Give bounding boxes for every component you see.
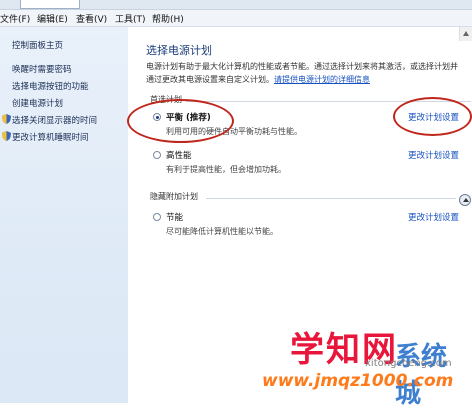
sidebar-control-panel-home[interactable]: 控制面板主页 — [12, 39, 63, 51]
annotation-ellipse-change-link — [393, 97, 472, 136]
description-line-2: 通过更改其电源设置来自定义计划。 — [146, 75, 274, 84]
address-bar-strip — [0, 0, 472, 10]
plan-power-saver-change-link[interactable]: 更改计划设置 — [408, 211, 459, 223]
plan-power-saver-name[interactable]: 节能 — [166, 211, 183, 223]
sidebar: 控制面板主页 唤醒时需要密码 选择电源按钮的功能 创建电源计划 选择关闭显示器的… — [0, 27, 128, 403]
sidebar-item-power-buttons[interactable]: 选择电源按钮的功能 — [12, 80, 89, 92]
menu-view[interactable]: 查看(V) — [76, 12, 107, 25]
hidden-plans-heading[interactable]: 隐藏附加计划 — [150, 191, 198, 202]
annotation-ellipse-balanced — [127, 99, 234, 143]
menu-help[interactable]: 帮助(H) — [152, 12, 184, 25]
plan-high-performance-name[interactable]: 高性能 — [166, 149, 192, 161]
shield-icon — [2, 114, 11, 124]
shield-icon — [2, 131, 11, 141]
plan-high-performance-change-link[interactable]: 更改计划设置 — [408, 149, 459, 161]
menu-bar: 文件(F) 编辑(E) 查看(V) 工具(T) 帮助(H) — [0, 0, 472, 27]
page-title: 选择电源计划 — [146, 44, 212, 57]
watermark-url-secondary: xitongcheng.com — [365, 358, 452, 369]
description-line-1: 电源计划有助于最大化计算机的性能或者节能。通过选择计划来将其激活，或选择计划并 — [146, 62, 458, 71]
plan-details-link[interactable]: 请提供电源计划的详细信息 — [274, 75, 370, 84]
sidebar-item-display-off[interactable]: 选择关闭显示器的时间 — [2, 114, 98, 126]
watermark-url: www.jmqz1000.com — [262, 371, 454, 391]
sidebar-item-wake-password[interactable]: 唤醒时需要密码 — [12, 63, 72, 75]
plan-high-performance-radio[interactable] — [153, 151, 161, 159]
page-description: 电源计划有助于最大化计算机的性能或者节能。通过选择计划来将其激活，或选择计划并 … — [146, 60, 472, 86]
sidebar-item-sleep-time[interactable]: 更改计算机睡眠时间 — [2, 131, 89, 143]
plan-power-saver-radio[interactable] — [153, 213, 161, 221]
menu-edit[interactable]: 编辑(E) — [37, 12, 68, 25]
chevron-up-icon[interactable] — [459, 194, 471, 206]
hidden-divider — [206, 198, 456, 199]
sidebar-item-create-plan[interactable]: 创建电源计划 — [12, 97, 63, 109]
scroll-up-icon[interactable] — [459, 27, 472, 41]
menu-tools[interactable]: 工具(T) — [115, 12, 146, 25]
plan-high-performance-desc: 有利于提高性能，但会增加功耗。 — [166, 165, 286, 174]
sidebar-item-label: 更改计算机睡眠时间 — [12, 133, 89, 143]
menu-file[interactable]: 文件(F) — [0, 12, 30, 25]
address-field-edge[interactable] — [20, 0, 80, 9]
sidebar-item-label: 选择关闭显示器的时间 — [12, 116, 98, 126]
plan-power-saver-desc: 尽可能降低计算机性能以节能。 — [166, 227, 278, 236]
